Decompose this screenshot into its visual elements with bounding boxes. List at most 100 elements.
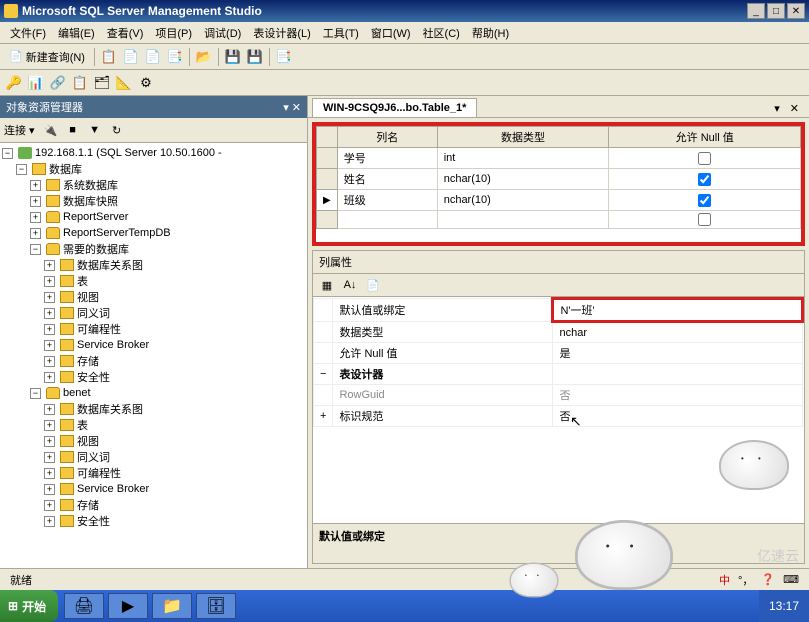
menu-tools[interactable]: 工具(T) bbox=[317, 23, 365, 43]
tree-databases[interactable]: −数据库 bbox=[2, 161, 305, 177]
tb2-btn-7[interactable]: ⚙ bbox=[136, 73, 156, 93]
tree-programmability-1[interactable]: +可编程性 bbox=[2, 321, 305, 337]
allow-null-checkbox-1[interactable] bbox=[698, 173, 711, 186]
tree-reportserver[interactable]: +ReportServer bbox=[2, 209, 305, 225]
tab-dropdown-icon[interactable]: ▾ bbox=[770, 102, 784, 115]
tree-benet[interactable]: −benet bbox=[2, 385, 305, 401]
cell-type-1[interactable]: nchar(10) bbox=[437, 169, 609, 190]
prop-value-allownull[interactable]: 是 bbox=[553, 343, 803, 364]
tab-table-designer[interactable]: WIN-9CSQ9J6...bo.Table_1* bbox=[312, 98, 477, 117]
header-col-name[interactable]: 列名 bbox=[337, 127, 437, 148]
task-powershell[interactable]: ▶ bbox=[108, 593, 148, 619]
cell-name-0[interactable]: 学号 bbox=[337, 148, 437, 169]
header-data-type[interactable]: 数据类型 bbox=[437, 127, 609, 148]
menu-debug[interactable]: 调试(D) bbox=[198, 23, 247, 43]
prop-row-datatype[interactable]: 数据类型 nchar bbox=[314, 322, 803, 343]
menu-edit[interactable]: 编辑(E) bbox=[52, 23, 101, 43]
header-allow-null[interactable]: 允许 Null 值 bbox=[609, 127, 801, 148]
tree-synonyms-1[interactable]: +同义词 bbox=[2, 305, 305, 321]
tree-storage-2[interactable]: +存储 bbox=[2, 497, 305, 513]
tree-snapshot[interactable]: +数据库快照 bbox=[2, 193, 305, 209]
tree-programmability-2[interactable]: +可编程性 bbox=[2, 465, 305, 481]
props-categorized-icon[interactable]: ▦ bbox=[317, 276, 337, 294]
explorer-pin-icon[interactable]: ▾ ✕ bbox=[283, 101, 301, 114]
menu-view[interactable]: 查看(V) bbox=[101, 23, 150, 43]
menu-file[interactable]: 文件(F) bbox=[4, 23, 52, 43]
tab-close-icon[interactable]: ✕ bbox=[786, 102, 803, 115]
explorer-tool-1[interactable]: 🔌 bbox=[41, 121, 61, 139]
prop-row-default[interactable]: 默认值或绑定 N'一班' bbox=[314, 299, 803, 322]
tree-security-1[interactable]: +安全性 bbox=[2, 369, 305, 385]
menu-table-designer[interactable]: 表设计器(L) bbox=[247, 23, 316, 43]
tb2-btn-4[interactable]: 📋 bbox=[70, 73, 90, 93]
tb2-btn-6[interactable]: 📐 bbox=[114, 73, 134, 93]
cell-name-2[interactable]: 班级 bbox=[337, 190, 437, 211]
tree-security-2[interactable]: +安全性 bbox=[2, 513, 305, 529]
task-explorer[interactable]: 📁 bbox=[152, 593, 192, 619]
tree-server-root[interactable]: −192.168.1.1 (SQL Server 10.50.1600 - bbox=[2, 145, 305, 161]
tb2-btn-1[interactable]: 🔑 bbox=[4, 73, 24, 93]
grid-row-1[interactable]: 姓名 nchar(10) bbox=[317, 169, 801, 190]
prop-row-tabledesigner[interactable]: − 表设计器 bbox=[314, 364, 803, 385]
tb2-btn-5[interactable]: 🗂 bbox=[92, 73, 112, 93]
toolbar-btn-2[interactable]: 📄 bbox=[121, 47, 141, 67]
grid-row-0[interactable]: 学号 int bbox=[317, 148, 801, 169]
save-all-button[interactable]: 💾 bbox=[245, 47, 265, 67]
allow-null-checkbox-0[interactable] bbox=[698, 152, 711, 165]
prop-value-identity[interactable]: 否 bbox=[553, 406, 803, 427]
close-button[interactable]: ✕ bbox=[787, 3, 805, 19]
tree-reportservertemp[interactable]: +ReportServerTempDB bbox=[2, 225, 305, 241]
tree-servicebroker-1[interactable]: +Service Broker bbox=[2, 337, 305, 353]
cell-null-1[interactable] bbox=[609, 169, 801, 190]
props-alpha-icon[interactable]: A↓ bbox=[340, 276, 360, 294]
toolbar-btn-1[interactable]: 📋 bbox=[99, 47, 119, 67]
cell-name-new[interactable] bbox=[337, 211, 437, 229]
prop-exp-plus[interactable]: + bbox=[314, 406, 333, 427]
task-ssms[interactable]: 🗄 bbox=[196, 593, 236, 619]
cell-null-new[interactable] bbox=[609, 211, 801, 229]
connect-button[interactable]: 连接 ▾ bbox=[4, 122, 35, 138]
grid-row-2[interactable]: ▶ 班级 nchar(10) bbox=[317, 190, 801, 211]
tree-synonyms-2[interactable]: +同义词 bbox=[2, 449, 305, 465]
allow-null-checkbox-new[interactable] bbox=[698, 213, 711, 226]
explorer-tool-4[interactable]: ↻ bbox=[107, 121, 127, 139]
menu-help[interactable]: 帮助(H) bbox=[466, 23, 515, 43]
new-query-button[interactable]: 📄 新建查询(N) bbox=[4, 46, 90, 68]
tree-tables-1[interactable]: +表 bbox=[2, 273, 305, 289]
tb2-btn-2[interactable]: 📊 bbox=[26, 73, 46, 93]
start-button[interactable]: ⊞ 开始 bbox=[0, 590, 58, 622]
menu-window[interactable]: 窗口(W) bbox=[365, 23, 417, 43]
open-button[interactable]: 📂 bbox=[194, 47, 214, 67]
tree-servicebroker-2[interactable]: +Service Broker bbox=[2, 481, 305, 497]
cell-null-0[interactable] bbox=[609, 148, 801, 169]
tree-diagram-2[interactable]: +数据库关系图 bbox=[2, 401, 305, 417]
tree-sys-db[interactable]: +系统数据库 bbox=[2, 177, 305, 193]
tree-diagram-1[interactable]: +数据库关系图 bbox=[2, 257, 305, 273]
tree-needed-db[interactable]: −需要的数据库 bbox=[2, 241, 305, 257]
explorer-tool-2[interactable]: ■ bbox=[63, 121, 83, 139]
toolbar-btn-4[interactable]: 📑 bbox=[165, 47, 185, 67]
grid-row-new[interactable] bbox=[317, 211, 801, 229]
save-button[interactable]: 💾 bbox=[223, 47, 243, 67]
prop-exp-minus[interactable]: − bbox=[314, 364, 333, 385]
minimize-button[interactable]: _ bbox=[747, 3, 765, 19]
cell-type-2[interactable]: nchar(10) bbox=[437, 190, 609, 211]
toolbar-btn-9[interactable]: 📑 bbox=[274, 47, 294, 67]
allow-null-checkbox-2[interactable] bbox=[698, 194, 711, 207]
prop-row-rowguid[interactable]: RowGuid 否 bbox=[314, 385, 803, 406]
menu-community[interactable]: 社区(C) bbox=[417, 23, 466, 43]
prop-row-allownull[interactable]: 允许 Null 值 是 bbox=[314, 343, 803, 364]
tree-views-1[interactable]: +视图 bbox=[2, 289, 305, 305]
task-printer[interactable]: 🖨 bbox=[64, 593, 104, 619]
cell-name-1[interactable]: 姓名 bbox=[337, 169, 437, 190]
cell-type-0[interactable]: int bbox=[437, 148, 609, 169]
cell-null-2[interactable] bbox=[609, 190, 801, 211]
tree-views-2[interactable]: +视图 bbox=[2, 433, 305, 449]
explorer-tool-3[interactable]: ▼ bbox=[85, 121, 105, 139]
status-keyboard-icon[interactable]: ⌨ bbox=[779, 573, 803, 586]
menu-project[interactable]: 项目(P) bbox=[149, 23, 198, 43]
prop-row-identity[interactable]: + 标识规范 否 bbox=[314, 406, 803, 427]
system-tray[interactable]: 13:17 bbox=[759, 590, 809, 622]
prop-value-datatype[interactable]: nchar bbox=[553, 322, 803, 343]
tb2-btn-3[interactable]: 🔗 bbox=[48, 73, 68, 93]
